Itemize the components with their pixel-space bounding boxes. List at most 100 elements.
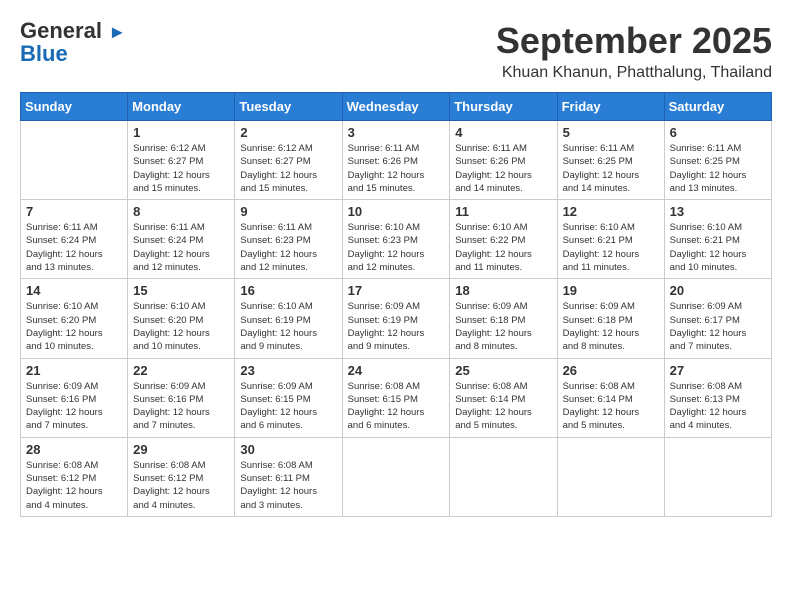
calendar-cell: [557, 437, 664, 516]
calendar-cell: 25Sunrise: 6:08 AM Sunset: 6:14 PM Dayli…: [450, 358, 557, 437]
logo-blue-text: Blue: [20, 43, 68, 65]
calendar-cell: 26Sunrise: 6:08 AM Sunset: 6:14 PM Dayli…: [557, 358, 664, 437]
day-number: 7: [26, 204, 122, 219]
day-number: 10: [348, 204, 445, 219]
day-info: Sunrise: 6:11 AM Sunset: 6:24 PM Dayligh…: [26, 221, 122, 274]
calendar-cell: 12Sunrise: 6:10 AM Sunset: 6:21 PM Dayli…: [557, 200, 664, 279]
calendar-cell: 30 Sunrise: 6:08 AM Sunset: 6:11 PM Dayli…: [235, 437, 342, 516]
day-info: Sunrise: 6:09 AM Sunset: 6:18 PM Dayligh…: [455, 300, 551, 353]
title-block: September 2025 Khuan Khanun, Phatthalung…: [496, 20, 772, 82]
day-number: 18: [455, 283, 551, 298]
calendar-cell: 15Sunrise: 6:10 AM Sunset: 6:20 PM Dayli…: [128, 279, 235, 358]
calendar-cell: 11Sunrise: 6:10 AM Sunset: 6:22 PM Dayli…: [450, 200, 557, 279]
day-number: 27: [670, 363, 766, 378]
day-info: Sunrise: 6:09 AM Sunset: 6:16 PM Dayligh…: [26, 380, 122, 433]
day-number: 16: [240, 283, 336, 298]
day-info: Sunrise: 6:11 AM Sunset: 6:25 PM Dayligh…: [670, 142, 766, 195]
calendar-cell: 7 Sunrise: 6:11 AM Sunset: 6:24 PM Daylig…: [21, 200, 128, 279]
calendar-cell: [664, 437, 771, 516]
day-info: Sunrise: 6:08 AM Sunset: 6:11 PM Dayligh…: [240, 459, 336, 512]
day-number: 13: [670, 204, 766, 219]
calendar-week-row: 28 Sunrise: 6:08 AM Sunset: 6:12 PM Dayli…: [21, 437, 772, 516]
day-info: Sunrise: 6:09 AM Sunset: 6:16 PM Dayligh…: [133, 380, 229, 433]
calendar-cell: [21, 121, 128, 200]
page-header: General ► Blue September 2025 Khuan Khan…: [20, 20, 772, 82]
day-info: Sunrise: 6:11 AM Sunset: 6:26 PM Dayligh…: [455, 142, 551, 195]
calendar-cell: 9Sunrise: 6:11 AM Sunset: 6:23 PM Daylig…: [235, 200, 342, 279]
day-number: 1: [133, 125, 229, 140]
calendar-cell: [450, 437, 557, 516]
weekday-header-monday: Monday: [128, 93, 235, 121]
calendar-cell: 16 Sunrise: 6:10 AM Sunset: 6:19 PM Dayli…: [235, 279, 342, 358]
day-number: 8: [133, 204, 229, 219]
calendar-table: SundayMondayTuesdayWednesdayThursdayFrid…: [20, 92, 772, 517]
day-info: Sunrise: 6:08 AM Sunset: 6:13 PM Dayligh…: [670, 380, 766, 433]
day-info: Sunrise: 6:08 AM Sunset: 6:15 PM Dayligh…: [348, 380, 445, 433]
calendar-cell: 13 Sunrise: 6:10 AM Sunset: 6:21 PM Dayli…: [664, 200, 771, 279]
day-number: 24: [348, 363, 445, 378]
calendar-cell: 2Sunrise: 6:12 AM Sunset: 6:27 PM Daylig…: [235, 121, 342, 200]
day-info: Sunrise: 6:09 AM Sunset: 6:17 PM Dayligh…: [670, 300, 766, 353]
day-info: Sunrise: 6:10 AM Sunset: 6:20 PM Dayligh…: [26, 300, 122, 353]
calendar-cell: 17 Sunrise: 6:09 AM Sunset: 6:19 PM Dayli…: [342, 279, 450, 358]
calendar-cell: 20Sunrise: 6:09 AM Sunset: 6:17 PM Dayli…: [664, 279, 771, 358]
day-info: Sunrise: 6:10 AM Sunset: 6:21 PM Dayligh…: [670, 221, 766, 274]
day-number: 25: [455, 363, 551, 378]
day-info: Sunrise: 6:12 AM Sunset: 6:27 PM Dayligh…: [133, 142, 229, 195]
calendar-cell: 24 Sunrise: 6:08 AM Sunset: 6:15 PM Dayli…: [342, 358, 450, 437]
weekday-header-tuesday: Tuesday: [235, 93, 342, 121]
calendar-cell: 28 Sunrise: 6:08 AM Sunset: 6:12 PM Dayli…: [21, 437, 128, 516]
day-info: Sunrise: 6:08 AM Sunset: 6:12 PM Dayligh…: [26, 459, 122, 512]
weekday-header-thursday: Thursday: [450, 93, 557, 121]
month-title: September 2025: [496, 20, 772, 62]
calendar-cell: 8 Sunrise: 6:11 AM Sunset: 6:24 PM Daylig…: [128, 200, 235, 279]
calendar-cell: 6 Sunrise: 6:11 AM Sunset: 6:25 PM Daylig…: [664, 121, 771, 200]
calendar-cell: 5 Sunrise: 6:11 AM Sunset: 6:25 PM Daylig…: [557, 121, 664, 200]
day-number: 17: [348, 283, 445, 298]
calendar-cell: [342, 437, 450, 516]
day-number: 15: [133, 283, 229, 298]
day-number: 5: [563, 125, 659, 140]
day-info: Sunrise: 6:10 AM Sunset: 6:23 PM Dayligh…: [348, 221, 445, 274]
day-number: 3: [348, 125, 445, 140]
day-info: Sunrise: 6:09 AM Sunset: 6:15 PM Dayligh…: [240, 380, 336, 433]
calendar-week-row: 7 Sunrise: 6:11 AM Sunset: 6:24 PM Daylig…: [21, 200, 772, 279]
day-info: Sunrise: 6:11 AM Sunset: 6:23 PM Dayligh…: [240, 221, 336, 274]
calendar-cell: 14 Sunrise: 6:10 AM Sunset: 6:20 PM Dayli…: [21, 279, 128, 358]
weekday-header-wednesday: Wednesday: [342, 93, 450, 121]
day-info: Sunrise: 6:09 AM Sunset: 6:18 PM Dayligh…: [563, 300, 659, 353]
logo-bird-icon: ►: [108, 22, 126, 42]
calendar-cell: 19Sunrise: 6:09 AM Sunset: 6:18 PM Dayli…: [557, 279, 664, 358]
day-number: 21: [26, 363, 122, 378]
day-number: 28: [26, 442, 122, 457]
calendar-week-row: 1 Sunrise: 6:12 AM Sunset: 6:27 PM Daylig…: [21, 121, 772, 200]
day-number: 11: [455, 204, 551, 219]
calendar-cell: 22 Sunrise: 6:09 AM Sunset: 6:16 PM Dayli…: [128, 358, 235, 437]
day-number: 22: [133, 363, 229, 378]
day-number: 4: [455, 125, 551, 140]
day-info: Sunrise: 6:08 AM Sunset: 6:12 PM Dayligh…: [133, 459, 229, 512]
calendar-cell: 29 Sunrise: 6:08 AM Sunset: 6:12 PM Dayli…: [128, 437, 235, 516]
calendar-cell: 18 Sunrise: 6:09 AM Sunset: 6:18 PM Dayli…: [450, 279, 557, 358]
calendar-cell: 23 Sunrise: 6:09 AM Sunset: 6:15 PM Dayli…: [235, 358, 342, 437]
calendar-cell: 21 Sunrise: 6:09 AM Sunset: 6:16 PM Dayli…: [21, 358, 128, 437]
day-number: 14: [26, 283, 122, 298]
calendar-cell: 4 Sunrise: 6:11 AM Sunset: 6:26 PM Daylig…: [450, 121, 557, 200]
day-info: Sunrise: 6:10 AM Sunset: 6:19 PM Dayligh…: [240, 300, 336, 353]
day-info: Sunrise: 6:11 AM Sunset: 6:25 PM Dayligh…: [563, 142, 659, 195]
weekday-header-friday: Friday: [557, 93, 664, 121]
day-info: Sunrise: 6:11 AM Sunset: 6:26 PM Dayligh…: [348, 142, 445, 195]
day-number: 6: [670, 125, 766, 140]
calendar-cell: 1 Sunrise: 6:12 AM Sunset: 6:27 PM Daylig…: [128, 121, 235, 200]
location-title: Khuan Khanun, Phatthalung, Thailand: [496, 64, 772, 82]
day-number: 23: [240, 363, 336, 378]
calendar-week-row: 21 Sunrise: 6:09 AM Sunset: 6:16 PM Dayli…: [21, 358, 772, 437]
day-info: Sunrise: 6:09 AM Sunset: 6:19 PM Dayligh…: [348, 300, 445, 353]
weekday-header-saturday: Saturday: [664, 93, 771, 121]
day-number: 2: [240, 125, 336, 140]
day-number: 12: [563, 204, 659, 219]
day-number: 29: [133, 442, 229, 457]
day-info: Sunrise: 6:11 AM Sunset: 6:24 PM Dayligh…: [133, 221, 229, 274]
day-number: 30: [240, 442, 336, 457]
calendar-cell: 10 Sunrise: 6:10 AM Sunset: 6:23 PM Dayli…: [342, 200, 450, 279]
